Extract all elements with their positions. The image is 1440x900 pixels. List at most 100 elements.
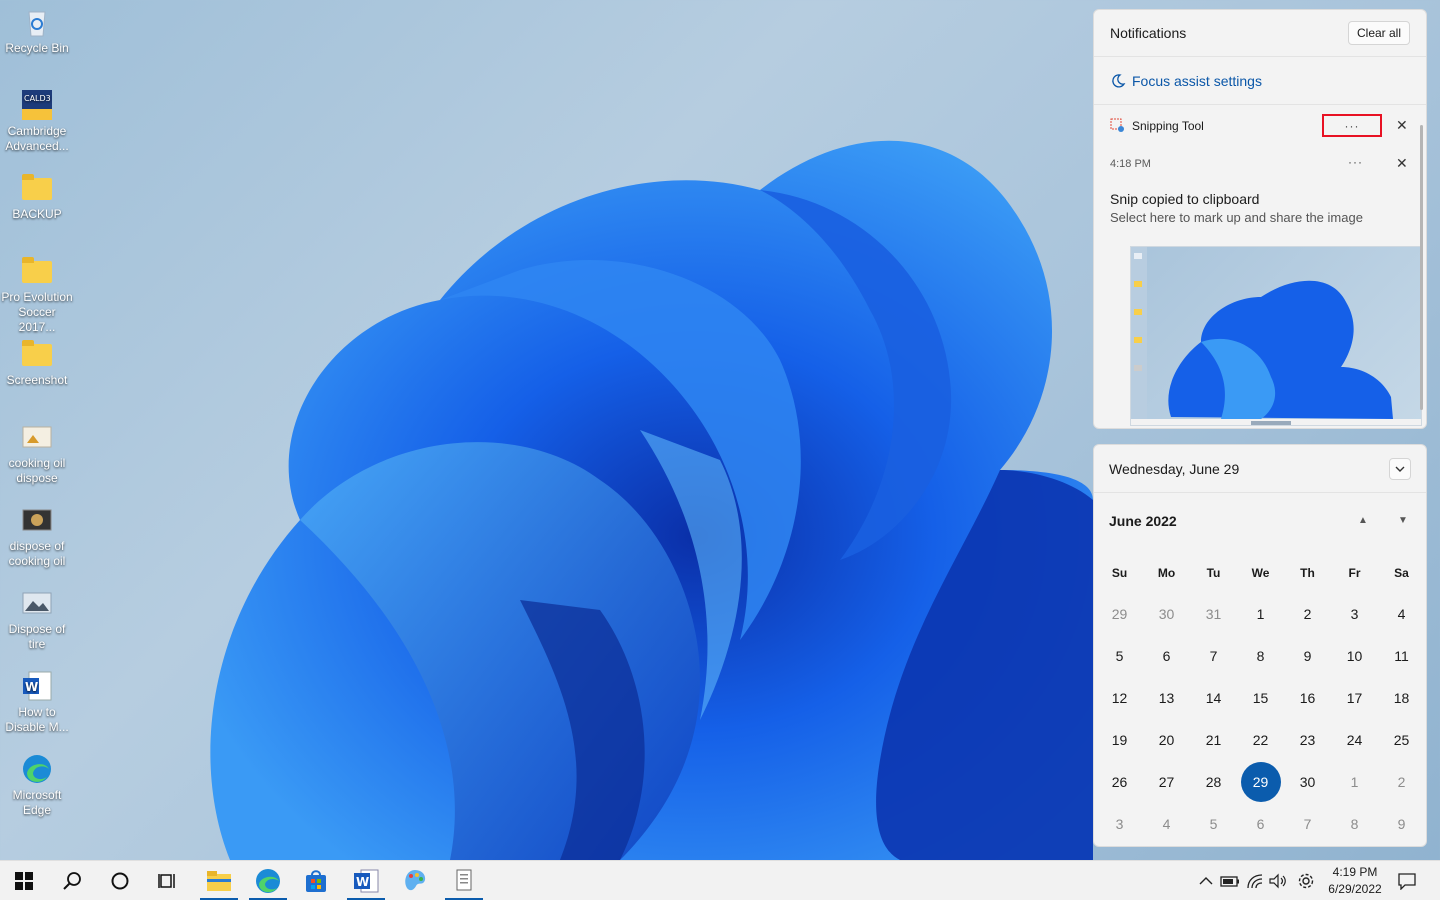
calendar-day-number: 29	[1240, 762, 1281, 802]
calendar-day[interactable]: 14	[1190, 677, 1237, 719]
calendar-day[interactable]: 6	[1143, 635, 1190, 677]
clear-all-button[interactable]: Clear all	[1347, 21, 1410, 45]
calendar-day[interactable]: 12	[1096, 677, 1143, 719]
paint-button[interactable]	[392, 861, 438, 900]
calendar-day[interactable]: 27	[1143, 761, 1190, 803]
folder-icon	[21, 338, 53, 370]
show-hidden-icons-button[interactable]	[1196, 871, 1216, 891]
desktop-icon-cambridge[interactable]: CALD3 Cambridge Advanced...	[0, 89, 74, 169]
search-icon	[63, 872, 81, 890]
wifi-icon	[1247, 874, 1263, 889]
desktop-icon-edge[interactable]: Microsoft Edge	[0, 753, 74, 833]
start-button[interactable]	[1, 861, 47, 900]
battery-button[interactable]	[1220, 871, 1240, 891]
calendar-day[interactable]: 24	[1331, 719, 1378, 761]
calendar-day[interactable]: 2	[1284, 593, 1331, 635]
action-center-button[interactable]	[1397, 871, 1417, 891]
calendar-day-number: 24	[1346, 732, 1363, 748]
calendar-day[interactable]: 22	[1237, 719, 1284, 761]
notification-time: 4:18 PM	[1110, 158, 1151, 170]
calendar-day[interactable]: 15	[1237, 677, 1284, 719]
svg-text:W: W	[25, 680, 38, 694]
calendar-day[interactable]: 8	[1237, 635, 1284, 677]
store-button[interactable]	[293, 861, 339, 900]
calendar-day-number: 17	[1346, 690, 1363, 706]
desktop-icon-cooking-oil-dispose[interactable]: cooking oil dispose	[0, 421, 74, 501]
calendar-day[interactable]: 6	[1237, 803, 1284, 845]
calendar-day[interactable]: 19	[1096, 719, 1143, 761]
calendar-day-number: 30	[1158, 606, 1175, 622]
calendar-day[interactable]: 29	[1096, 593, 1143, 635]
search-button[interactable]	[49, 861, 95, 900]
word-taskbar-button[interactable]: W	[343, 861, 389, 900]
calendar-day[interactable]: 28	[1190, 761, 1237, 803]
calendar-day[interactable]: 8	[1331, 803, 1378, 845]
calendar-day[interactable]: 9	[1378, 803, 1425, 845]
weekday-label: Su	[1111, 566, 1128, 580]
desktop-icon-pes[interactable]: Pro Evolution Soccer 2017...	[0, 255, 74, 335]
desktop-icon-dispose-tire[interactable]: Dispose of tire	[0, 587, 74, 667]
calendar-day[interactable]: 7	[1190, 635, 1237, 677]
desktop-icon-dispose-cooking-oil[interactable]: dispose of cooking oil	[0, 504, 74, 584]
desktop-icon-word-doc[interactable]: W How to Disable M...	[0, 670, 74, 750]
notification-more-button[interactable]: ···	[1348, 155, 1363, 169]
app-close-button[interactable]: ✕	[1396, 117, 1408, 134]
next-month-button[interactable]: ▼	[1398, 515, 1408, 526]
month-label[interactable]: June 2022	[1109, 513, 1177, 529]
calendar-day[interactable]: 25	[1378, 719, 1425, 761]
calendar-day[interactable]: 9	[1284, 635, 1331, 677]
calendar-day[interactable]: 23	[1284, 719, 1331, 761]
calendar-day[interactable]: 3	[1096, 803, 1143, 845]
calendar-day[interactable]: 2	[1378, 761, 1425, 803]
calendar-day[interactable]: 30	[1284, 761, 1331, 803]
app-more-options-button[interactable]: ···	[1322, 114, 1382, 137]
cortana-button[interactable]	[97, 861, 143, 900]
calendar-day[interactable]: 4	[1143, 803, 1190, 845]
calendar-day[interactable]: 3	[1331, 593, 1378, 635]
settings-button[interactable]	[1296, 871, 1316, 891]
calendar-day[interactable]: 31	[1190, 593, 1237, 635]
focus-assist-settings-link[interactable]: Focus assist settings	[1094, 57, 1426, 105]
calendar-collapse-button[interactable]	[1389, 457, 1411, 480]
notification-body[interactable]: Snip copied to clipboard Select here to …	[1094, 181, 1426, 227]
calendar-day[interactable]: 1	[1331, 761, 1378, 803]
desktop-icon-screenshot[interactable]: Screenshot	[0, 338, 74, 418]
desktop-icon-label: Cambridge Advanced...	[5, 124, 69, 153]
desktop-icon-backup[interactable]: BACKUP	[0, 172, 74, 252]
calendar-day-today[interactable]: 29	[1237, 761, 1284, 803]
file-explorer-button[interactable]	[196, 861, 242, 900]
calendar-day[interactable]: 21	[1190, 719, 1237, 761]
calendar-day[interactable]: 1	[1237, 593, 1284, 635]
calendar-day[interactable]: 4	[1378, 593, 1425, 635]
calendar-day[interactable]: 5	[1190, 803, 1237, 845]
task-view-button[interactable]	[145, 861, 191, 900]
network-button[interactable]	[1245, 871, 1265, 891]
calendar-day[interactable]: 5	[1096, 635, 1143, 677]
snip-preview-image[interactable]	[1130, 246, 1422, 426]
store-icon	[306, 870, 326, 892]
calendar-day[interactable]: 10	[1331, 635, 1378, 677]
svg-text:W: W	[356, 875, 369, 889]
previous-month-button[interactable]: ▲	[1358, 515, 1368, 526]
notification-scrollbar[interactable]	[1420, 125, 1423, 410]
calendar-day-number: 1	[1256, 606, 1265, 622]
cambridge-app-icon: CALD3	[21, 89, 53, 121]
calendar-header: Wednesday, June 29	[1094, 445, 1426, 493]
calendar-day[interactable]: 18	[1378, 677, 1425, 719]
calendar-day[interactable]: 16	[1284, 677, 1331, 719]
taskbar-clock[interactable]: 4:19 PM 6/29/2022	[1318, 864, 1392, 898]
notification-close-button[interactable]: ✕	[1396, 155, 1408, 172]
notification-header: Notifications Clear all	[1094, 10, 1426, 57]
calendar-day[interactable]: 13	[1143, 677, 1190, 719]
calendar-day[interactable]: 20	[1143, 719, 1190, 761]
calendar-day-number: 22	[1252, 732, 1269, 748]
calendar-day[interactable]: 17	[1331, 677, 1378, 719]
calendar-day[interactable]: 26	[1096, 761, 1143, 803]
volume-button[interactable]	[1268, 871, 1288, 891]
calendar-day[interactable]: 30	[1143, 593, 1190, 635]
snipping-tool-taskbar-button[interactable]	[441, 861, 487, 900]
calendar-day[interactable]: 7	[1284, 803, 1331, 845]
desktop-icon-recycle-bin[interactable]: Recycle Bin	[0, 6, 74, 86]
calendar-day[interactable]: 11	[1378, 635, 1425, 677]
edge-taskbar-button[interactable]	[245, 861, 291, 900]
